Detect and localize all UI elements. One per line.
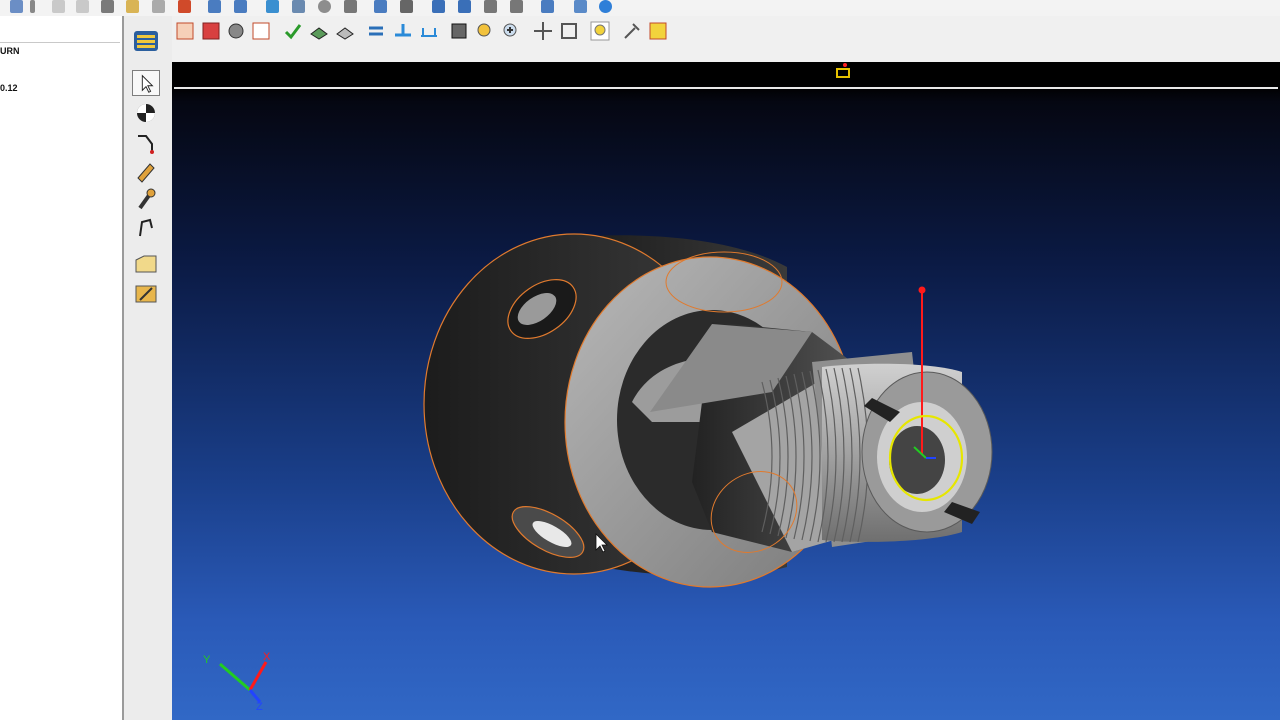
copy-icon[interactable] xyxy=(126,0,139,13)
sketch-icon[interactable] xyxy=(250,20,272,42)
clock-icon[interactable] xyxy=(318,0,331,13)
operations-tree-panel: URN 0.12 xyxy=(0,16,124,720)
quick-access-toolbar xyxy=(0,0,1280,17)
view-target-marker xyxy=(836,63,850,78)
z-axis-label: Z xyxy=(256,701,263,712)
help-icon[interactable] xyxy=(599,0,612,13)
tree-item-label[interactable]: URN xyxy=(0,46,20,56)
dropdown-icon[interactable] xyxy=(30,0,35,13)
cutting-tool-icon[interactable] xyxy=(132,214,160,240)
import-icon[interactable] xyxy=(374,0,387,13)
tree-icon[interactable] xyxy=(344,0,357,13)
zoom-fit-icon[interactable] xyxy=(448,20,470,42)
part-model[interactable] xyxy=(172,62,1280,720)
axis-triad: Y X Z xyxy=(203,652,271,712)
window-icon[interactable] xyxy=(510,0,523,13)
wrench-icon[interactable] xyxy=(132,186,160,212)
rotate-view-icon[interactable] xyxy=(225,20,247,42)
paste-icon[interactable] xyxy=(152,0,165,13)
polyline-icon[interactable] xyxy=(132,130,160,156)
settings-icon[interactable] xyxy=(484,0,497,13)
tree-item-value[interactable]: 0.12 xyxy=(0,83,18,93)
graphics-toolbar xyxy=(172,16,1280,63)
sphere-icon[interactable] xyxy=(132,100,160,126)
toolpath-manager-icon[interactable] xyxy=(132,28,162,54)
tools-icon[interactable] xyxy=(621,20,643,42)
home-icon[interactable] xyxy=(574,0,587,13)
folder-icon[interactable] xyxy=(132,250,160,276)
zoom-in-icon[interactable] xyxy=(500,20,522,42)
edit-icon[interactable] xyxy=(292,0,305,13)
box-select-icon[interactable] xyxy=(174,20,196,42)
swap-icon[interactable] xyxy=(366,20,388,42)
panel-icon[interactable] xyxy=(541,0,554,13)
list-icon[interactable] xyxy=(266,0,279,13)
panel-divider xyxy=(0,42,120,43)
export-icon[interactable] xyxy=(400,0,413,13)
select-arrow-icon[interactable] xyxy=(132,70,160,96)
fill-icon[interactable] xyxy=(200,20,222,42)
undo-icon[interactable] xyxy=(52,0,65,13)
graphics-viewport[interactable]: Y X Z xyxy=(172,62,1280,720)
pan-icon[interactable] xyxy=(532,20,554,42)
frame-icon[interactable] xyxy=(558,20,580,42)
cut-icon[interactable] xyxy=(101,0,114,13)
y-axis-arrow xyxy=(219,662,251,692)
align-icon[interactable] xyxy=(392,20,414,42)
pen-icon[interactable] xyxy=(132,158,160,184)
zoom-icon[interactable] xyxy=(474,20,496,42)
delete-icon[interactable] xyxy=(178,0,191,13)
print-icon[interactable] xyxy=(10,0,23,13)
open-icon[interactable] xyxy=(208,0,221,13)
y-axis-label: Y xyxy=(203,654,211,666)
x-axis-label: X xyxy=(263,652,271,663)
grid-icon[interactable] xyxy=(432,0,445,13)
cube-icon[interactable] xyxy=(647,20,669,42)
layers-icon[interactable] xyxy=(308,20,330,42)
save-icon[interactable] xyxy=(234,0,247,13)
redo-icon[interactable] xyxy=(76,0,89,13)
tool-axis-endpoint[interactable] xyxy=(918,286,926,294)
edit-tool-icon[interactable] xyxy=(132,280,160,306)
light-icon[interactable] xyxy=(589,20,611,42)
x-axis-arrow xyxy=(248,661,268,691)
check-icon[interactable] xyxy=(282,20,304,42)
tool-column xyxy=(124,16,173,720)
chart-icon[interactable] xyxy=(458,0,471,13)
stack-icon[interactable] xyxy=(334,20,356,42)
dimension-icon[interactable] xyxy=(418,20,440,42)
